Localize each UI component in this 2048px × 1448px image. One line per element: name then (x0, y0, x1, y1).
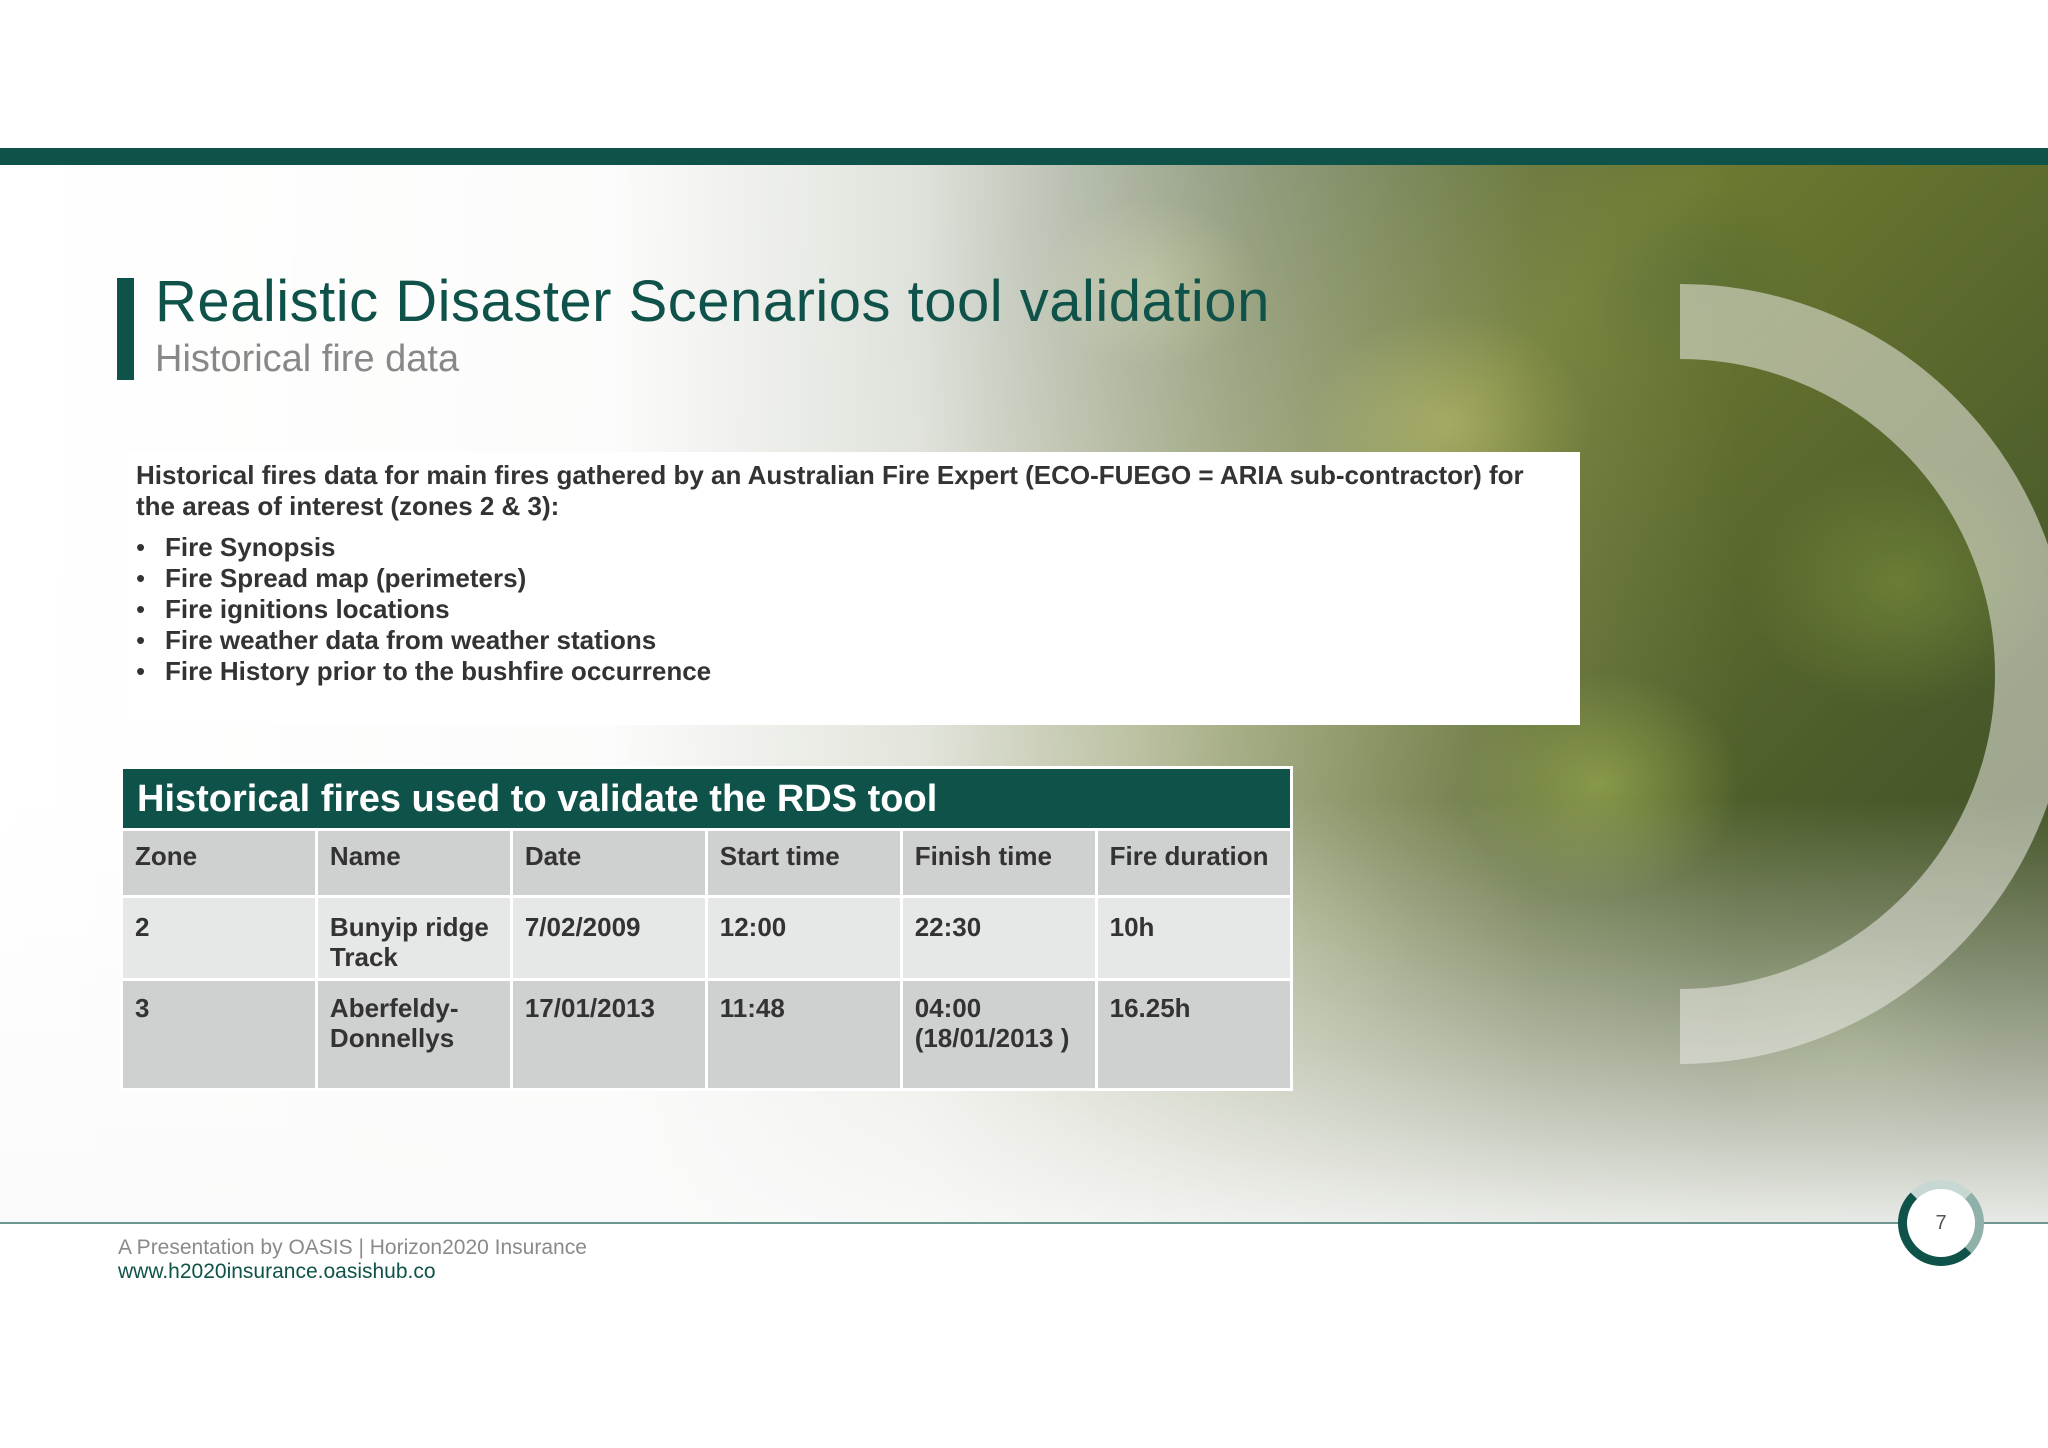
table-caption: Historical fires used to validate the RD… (120, 766, 1293, 831)
cell-fire-duration: 10h (1094, 895, 1294, 981)
column-header-start-time: Start time (704, 828, 903, 898)
cell-name: Aberfeldy-Donnellys (314, 978, 513, 1091)
bullet-dot-icon: • (136, 563, 146, 593)
cell-fire-duration: 16.25h (1094, 978, 1294, 1091)
footer-credit: A Presentation by OASIS | Horizon2020 In… (118, 1236, 587, 1259)
title-accent-bar (117, 278, 134, 380)
cell-finish-time: 04:00 (18/01/2013 ) (899, 978, 1098, 1091)
table-header-row: Zone Name Date Start time Finish time Fi… (120, 828, 1294, 898)
footer-link[interactable]: www.h2020insurance.oasishub.co (118, 1260, 436, 1284)
bullet-item: • Fire ignitions locations (136, 594, 1566, 625)
column-header-name: Name (314, 828, 513, 898)
cell-zone: 3 (120, 978, 318, 1091)
bullet-dot-icon: • (136, 625, 146, 655)
bullet-item: • Fire History prior to the bushfire occ… (136, 656, 1566, 687)
bullet-dot-icon: • (136, 656, 146, 686)
header-bar (0, 148, 2048, 165)
cell-finish-time: 22:30 (899, 895, 1098, 981)
footer-divider (0, 1222, 2048, 1224)
table-row: 2 Bunyip ridge Track 7/02/2009 12:00 22:… (120, 895, 1294, 981)
table-caption-row: Historical fires used to validate the RD… (120, 766, 1293, 831)
cell-zone: 2 (120, 895, 318, 981)
bullet-text: Fire History prior to the bushfire occur… (165, 656, 712, 686)
cell-date: 7/02/2009 (509, 895, 708, 981)
cell-start-time: 11:48 (704, 978, 903, 1091)
column-header-finish-time: Finish time (899, 828, 1098, 898)
bullet-text: Fire Spread map (perimeters) (165, 563, 527, 593)
column-header-zone: Zone (120, 828, 318, 898)
intro-paragraph: Historical fires data for main fires gat… (136, 460, 1524, 521)
page-number: 7 (1935, 1212, 1947, 1234)
bullet-item: • Fire weather data from weather station… (136, 625, 1566, 656)
cell-date: 17/01/2013 (509, 978, 708, 1091)
bullet-dot-icon: • (136, 594, 146, 624)
bullet-list: • Fire Synopsis • Fire Spread map (perim… (136, 532, 1566, 687)
bullet-dot-icon: • (136, 532, 146, 562)
historical-fires-table: Historical fires used to validate the RD… (120, 766, 1294, 1091)
bullet-text: Fire ignitions locations (165, 594, 450, 624)
bullet-item: • Fire Spread map (perimeters) (136, 563, 1566, 594)
page-number-badge: 7 (1898, 1180, 1984, 1266)
cell-name: Bunyip ridge Track (314, 895, 513, 981)
bullet-text: Fire weather data from weather stations (165, 625, 657, 655)
intro-text-box: Historical fires data for main fires gat… (122, 452, 1580, 725)
bullet-item: • Fire Synopsis (136, 532, 1566, 563)
column-header-fire-duration: Fire duration (1094, 828, 1294, 898)
bullet-text: Fire Synopsis (165, 532, 336, 562)
cell-start-time: 12:00 (704, 895, 903, 981)
page-subtitle: Historical fire data (155, 338, 460, 380)
table-row: 3 Aberfeldy-Donnellys 17/01/2013 11:48 0… (120, 978, 1294, 1091)
page-title: Realistic Disaster Scenarios tool valida… (155, 269, 1270, 334)
column-header-date: Date (509, 828, 708, 898)
